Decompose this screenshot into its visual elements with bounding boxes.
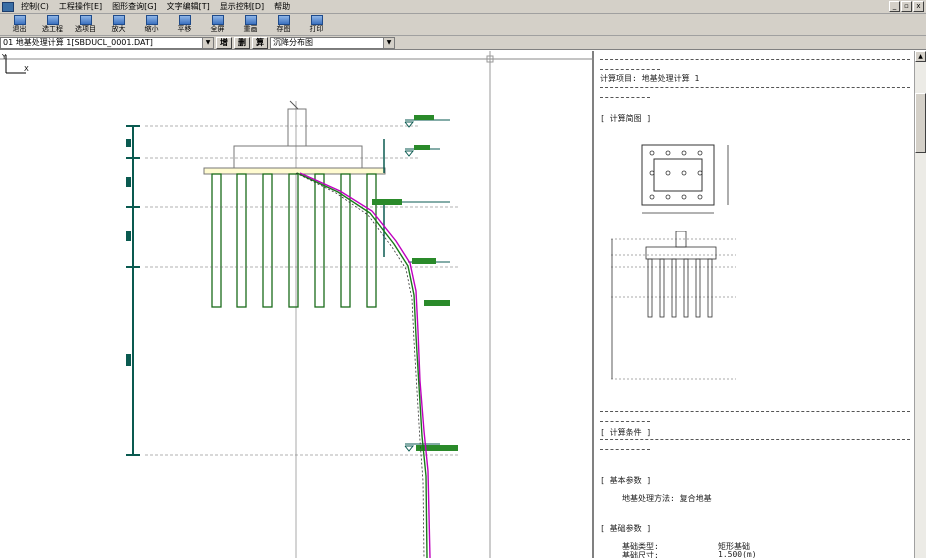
foundation-dim-value: 1.500(m)	[718, 550, 757, 558]
redraw-button[interactable]: 重画	[235, 14, 266, 35]
section-view-thumbnail	[611, 231, 736, 380]
exit-button[interactable]: 退出	[4, 14, 35, 35]
scroll-up-icon[interactable]: ▲	[915, 51, 926, 62]
menu-project[interactable]: 工程操作[E]	[54, 1, 107, 12]
ucs-axis-icon: Y X	[1, 53, 29, 74]
window-controls: _ ▫ x	[889, 1, 924, 12]
result-view-select[interactable]: 沉降分布图 ▼	[270, 36, 395, 49]
menu-help[interactable]: 帮助	[269, 1, 295, 12]
value-tag	[414, 145, 430, 150]
value-tag	[372, 199, 402, 205]
calculate-button[interactable]: 算	[252, 36, 268, 49]
settlement-curve-magenta	[299, 172, 431, 558]
divider	[600, 411, 910, 412]
menu-text-edit[interactable]: 文字编辑[T]	[162, 1, 215, 12]
elevation-markers	[400, 119, 450, 452]
select-item-button[interactable]: 选项目	[70, 14, 101, 35]
pan-icon	[178, 15, 191, 25]
calculation-select[interactable]: 01 地基处理计算 1[SBDUCL_0001.DAT] ▼	[0, 36, 214, 49]
zoom-out-icon	[145, 15, 158, 25]
pile-cap	[203, 167, 386, 175]
foundation-dim-label: 基础尺寸:	[622, 551, 659, 558]
select-project-icon	[46, 15, 59, 25]
zoom-out-button[interactable]: 缩小	[136, 14, 167, 35]
save-image-button[interactable]: 存图	[268, 14, 299, 35]
section-conditions-heading: [ 计算条件 ]	[600, 428, 652, 437]
dimension-labels	[126, 139, 131, 366]
result-view-select-value: 沉降分布图	[273, 38, 313, 47]
drawing-canvas[interactable]: Y X	[0, 51, 594, 558]
value-tag	[412, 258, 436, 264]
dimension-label	[126, 177, 131, 187]
pile	[262, 173, 273, 308]
menu-display[interactable]: 显示控制[D]	[215, 1, 269, 12]
svg-text:Y: Y	[1, 53, 7, 61]
divider	[600, 69, 660, 70]
zoom-in-button[interactable]: 放大	[103, 14, 134, 35]
redraw-icon	[244, 15, 257, 25]
close-button[interactable]: x	[913, 1, 924, 12]
menu-graph-query[interactable]: 图形查询[G]	[107, 1, 161, 12]
divider	[600, 97, 650, 98]
section-basic-heading: [ 基本参数 ]	[600, 476, 652, 485]
menu-control[interactable]: 控制(C)	[16, 1, 54, 12]
minimize-button[interactable]: _	[889, 1, 900, 12]
dimension-label	[126, 231, 131, 241]
restore-button[interactable]: ▫	[901, 1, 912, 12]
settlement-curve-green	[296, 172, 428, 558]
zoom-in-icon	[112, 15, 125, 25]
pan-button[interactable]: 平移	[169, 14, 200, 35]
pile	[366, 173, 377, 308]
scroll-thumb[interactable]	[915, 93, 926, 153]
calc-item-line: 计算项目: 地基处理计算 1	[600, 74, 700, 83]
save-image-icon	[277, 15, 290, 25]
divider	[600, 421, 650, 422]
pile	[211, 173, 222, 308]
elevation-marker	[404, 150, 415, 157]
print-button[interactable]: 打印	[301, 14, 332, 35]
exit-icon	[13, 15, 26, 25]
report-scrollbar[interactable]: ▲	[914, 51, 926, 558]
pile	[288, 173, 299, 308]
fullscreen-icon	[211, 15, 224, 25]
value-tag	[414, 115, 434, 120]
pile	[314, 173, 325, 308]
elevation-marker	[404, 445, 415, 452]
print-icon	[310, 15, 323, 25]
menu-bar: 控制(C) 工程操作[E] 图形查询[G] 文字编辑[T] 显示控制[D] 帮助…	[0, 0, 926, 14]
chevron-down-icon[interactable]: ▼	[383, 37, 394, 48]
report-panel[interactable]: 计算项目: 地基处理计算 1 [ 计算简图 ] [ 计算条件] [基本参数 …	[596, 51, 914, 558]
delete-button[interactable]: 删	[234, 36, 250, 49]
divider	[600, 59, 910, 60]
piles	[211, 173, 377, 308]
pile	[236, 173, 247, 308]
section-foundation-heading: [ 基础参数 ]	[600, 524, 652, 533]
section-diagram-heading: [ 计算简图 ]	[600, 114, 652, 123]
toolbar: 退出 选工程 选项目 放大 缩小 平移 全屏 重画 存图 打印	[0, 14, 926, 36]
method-line: 地基处理方法: 复合地基	[622, 494, 712, 503]
depth-dimension	[126, 125, 140, 456]
chevron-down-icon[interactable]: ▼	[202, 37, 213, 48]
settlement-drawing	[0, 51, 594, 558]
select-project-button[interactable]: 选工程	[37, 14, 68, 35]
value-tag	[424, 300, 450, 306]
column-outline	[287, 108, 307, 146]
dimension-label	[126, 354, 131, 366]
divider	[600, 439, 910, 440]
divider	[600, 449, 650, 450]
fullscreen-button[interactable]: 全屏	[202, 14, 233, 35]
app-icon[interactable]	[2, 1, 14, 12]
load-arrow-head	[289, 100, 299, 110]
cap-step-outline	[233, 145, 363, 168]
add-button[interactable]: 增	[216, 36, 232, 49]
dimension-label	[126, 139, 131, 147]
option-bar: 01 地基处理计算 1[SBDUCL_0001.DAT] ▼ 增 删 算 沉降分…	[0, 36, 926, 50]
calculation-select-value: 01 地基处理计算 1[SBDUCL_0001.DAT]	[3, 38, 153, 47]
select-item-icon	[79, 15, 92, 25]
divider	[600, 87, 910, 88]
svg-text:X: X	[24, 65, 29, 73]
plan-view-thumbnail	[641, 144, 729, 214]
